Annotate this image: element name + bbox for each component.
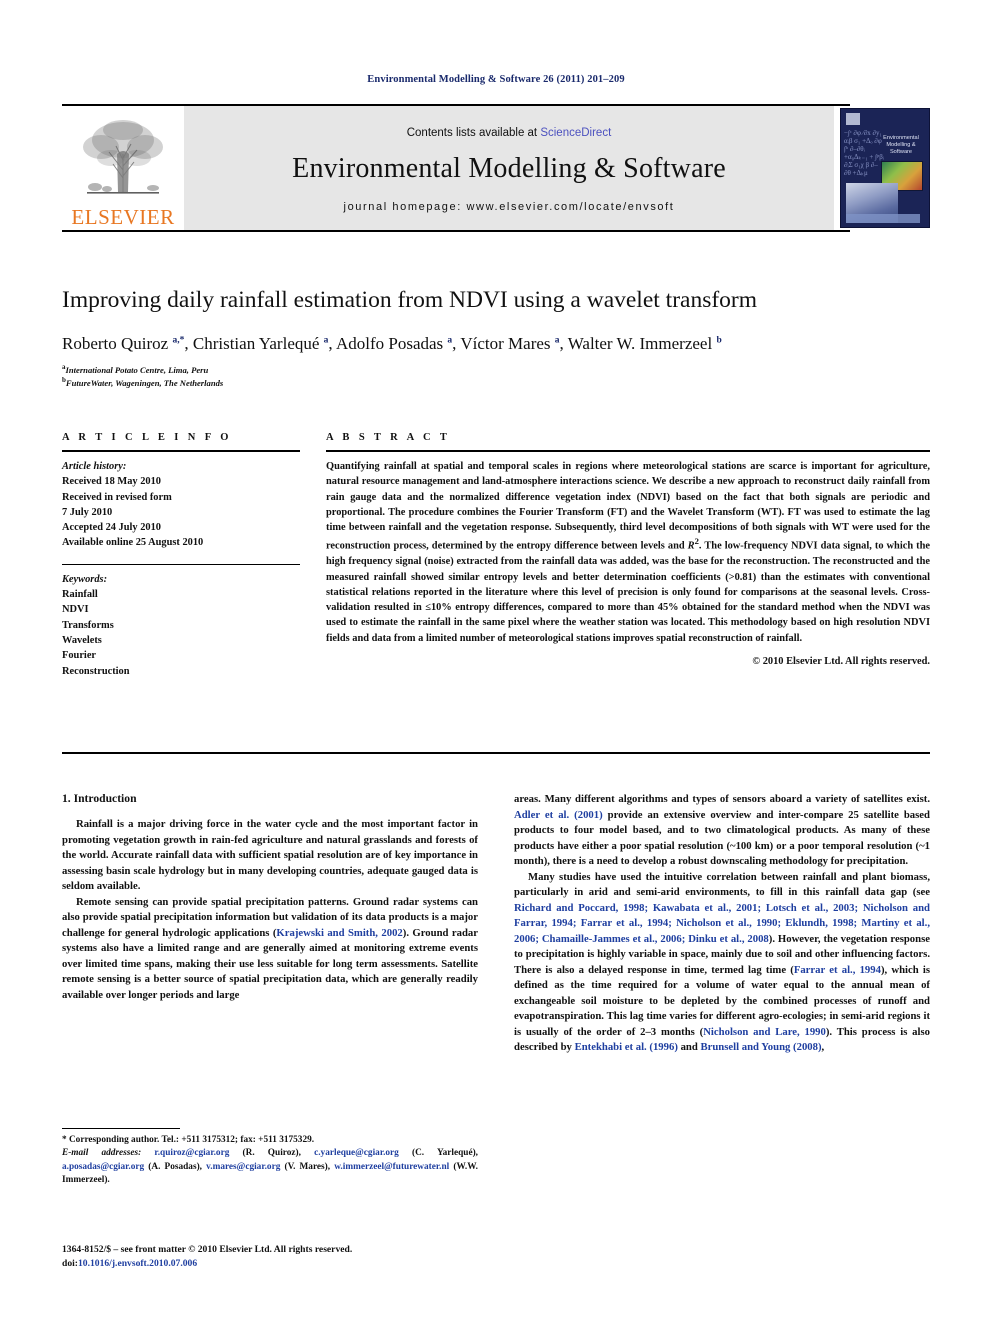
keywords-rule — [62, 563, 300, 565]
elsevier-wordmark: ELSEVIER — [71, 205, 175, 229]
citation-link[interactable]: Richard and Poccard, 1998; Kawabata et a… — [514, 902, 930, 945]
article-info-column: A R T I C L E I N F O Article history: R… — [62, 432, 300, 679]
footnote-block: * Corresponding author. Tel.: +511 31753… — [62, 1128, 478, 1188]
contents-available-line: Contents lists available at ScienceDirec… — [407, 127, 612, 139]
citation-link[interactable]: Entekhabi et al. (1996) — [575, 1041, 678, 1053]
info-abstract-region: A R T I C L E I N F O Article history: R… — [62, 432, 930, 679]
footnote-rule — [62, 1128, 180, 1129]
elsevier-logo: ELSEVIER — [62, 106, 184, 230]
keyword-item: NDVI — [62, 604, 89, 616]
affiliation-text: International Potato Centre, Lima, Peru — [65, 364, 209, 375]
email-link[interactable]: a.posadas@cgiar.org — [62, 1162, 144, 1172]
body-columns: 1. Introduction Rainfall is a major driv… — [62, 792, 930, 1056]
running-head: Environmental Modelling & Software 26 (2… — [367, 74, 625, 85]
email-link[interactable]: r.quiroz@cgiar.org — [154, 1148, 229, 1158]
abstract-heading: A B S T R A C T — [326, 432, 451, 443]
paper-page: Environmental Modelling & Software 26 (2… — [0, 0, 992, 1323]
body-column-right: areas. Many different algorithms and typ… — [514, 792, 930, 1056]
journal-title: Environmental Modelling & Software — [292, 153, 726, 184]
masthead-bottom-rule — [62, 230, 850, 232]
contents-prefix: Contents lists available at — [406, 127, 541, 139]
keyword-item: Reconstruction — [62, 665, 130, 677]
paragraph: Remote sensing can provide spatial preci… — [62, 895, 479, 1001]
article-info-rule — [62, 450, 300, 452]
affiliation-text: FutureWater, Wageningen, The Netherlands — [65, 377, 224, 388]
sciencedirect-link[interactable]: ScienceDirect — [540, 127, 611, 139]
keyword-item: Wavelets — [62, 634, 102, 646]
citation-link[interactable]: Brunsell and Young (2008) — [700, 1041, 821, 1053]
history-item: Received 18 May 2010 — [62, 476, 161, 488]
affiliation-list: aInternational Potato Centre, Lima, Peru… — [62, 363, 930, 390]
email-addresses-note: E-mail addresses: r.quiroz@cgiar.org (R.… — [62, 1148, 478, 1186]
history-item: 7 July 2010 — [62, 506, 113, 518]
affiliation-b: bFutureWater, Wageningen, The Netherland… — [62, 376, 930, 389]
paragraph: areas. Many different algorithms and typ… — [514, 793, 930, 868]
abstract-bottom-rule — [62, 752, 930, 754]
email-link[interactable]: c.yarleque@cgiar.org — [314, 1148, 399, 1158]
journal-homepage[interactable]: journal homepage: www.elsevier.com/locat… — [344, 201, 675, 213]
article-history-label: Article history: — [62, 461, 127, 472]
keywords-block: Keywords: Rainfall NDVI Transforms Wavel… — [62, 572, 300, 679]
paragraph: Rainfall is a major driving force in the… — [62, 818, 478, 893]
elsevier-tree-icon — [83, 120, 163, 194]
keyword-item: Fourier — [62, 650, 97, 662]
history-item: Available online 25 August 2010 — [62, 537, 204, 549]
journal-cover-thumbnail: −∫ᶜ ∂φ ⁄∂x ∂y₁ αᵢβ σ₁ +Δₒ ∂φ ∫ᵇ ∂–∂θᵢ +α… — [834, 106, 930, 230]
cover-image: −∫ᶜ ∂φ ⁄∂x ∂y₁ αᵢβ σ₁ +Δₒ ∂φ ∫ᵇ ∂–∂θᵢ +α… — [840, 108, 930, 228]
cover-elsevier-mini-logo — [846, 113, 860, 125]
history-item: Accepted 24 July 2010 — [62, 522, 161, 534]
section-heading-introduction: 1. Introduction — [62, 792, 137, 805]
abstract-rule — [326, 450, 930, 452]
body-column-left: 1. Introduction Rainfall is a major driv… — [62, 792, 478, 1056]
article-info-heading: A R T I C L E I N F O — [62, 432, 232, 443]
doi-link[interactable]: 10.1016/j.envsoft.2010.07.006 — [78, 1258, 197, 1269]
page-title: Improving daily rainfall estimation from… — [62, 287, 758, 313]
citation-link[interactable]: Krajewski and Smith, 2002 — [276, 927, 402, 939]
citation-link[interactable]: Farrar et al., 1994 — [794, 964, 881, 976]
article-history: Article history: Received 18 May 2010 Re… — [62, 459, 300, 551]
email-link[interactable]: w.immerzeel@futurewater.nl — [334, 1162, 449, 1172]
email-link[interactable]: v.mares@cgiar.org — [206, 1162, 280, 1172]
history-item: Received in revised form — [62, 491, 172, 503]
keywords-label: Keywords: — [62, 573, 108, 585]
affiliation-a: aInternational Potato Centre, Lima, Peru — [62, 363, 930, 376]
abstract-copyright: © 2010 Elsevier Ltd. All rights reserved… — [752, 656, 930, 668]
citation-link[interactable]: Nicholson and Lare, 1990 — [703, 1026, 826, 1038]
keyword-item: Transforms — [62, 619, 114, 631]
issn-doi-footer: 1364-8152/$ – see front matter © 2010 El… — [62, 1244, 353, 1270]
paragraph: Many studies have used the intuitive cor… — [514, 870, 930, 1054]
corresponding-author-note: * Corresponding author. Tel.: +511 31753… — [62, 1135, 315, 1145]
journal-masthead: ELSEVIER Contents lists available at Sci… — [62, 104, 930, 232]
citation-link[interactable]: Adler et al. (2001) — [514, 809, 603, 821]
journal-banner: Contents lists available at ScienceDirec… — [184, 106, 834, 230]
cover-journal-title: Environmental Modelling & Software — [883, 135, 919, 155]
abstract-text: Quantifying rainfall at spatial and temp… — [326, 461, 930, 644]
author-list: Roberto Quiroz a,*, Christian Yarlequé a… — [62, 333, 722, 353]
keyword-item: Rainfall — [62, 589, 98, 601]
title-block: Improving daily rainfall estimation from… — [62, 286, 930, 390]
cover-footer-band — [846, 214, 920, 223]
abstract-column: A B S T R A C T Quantifying rainfall at … — [326, 432, 930, 679]
